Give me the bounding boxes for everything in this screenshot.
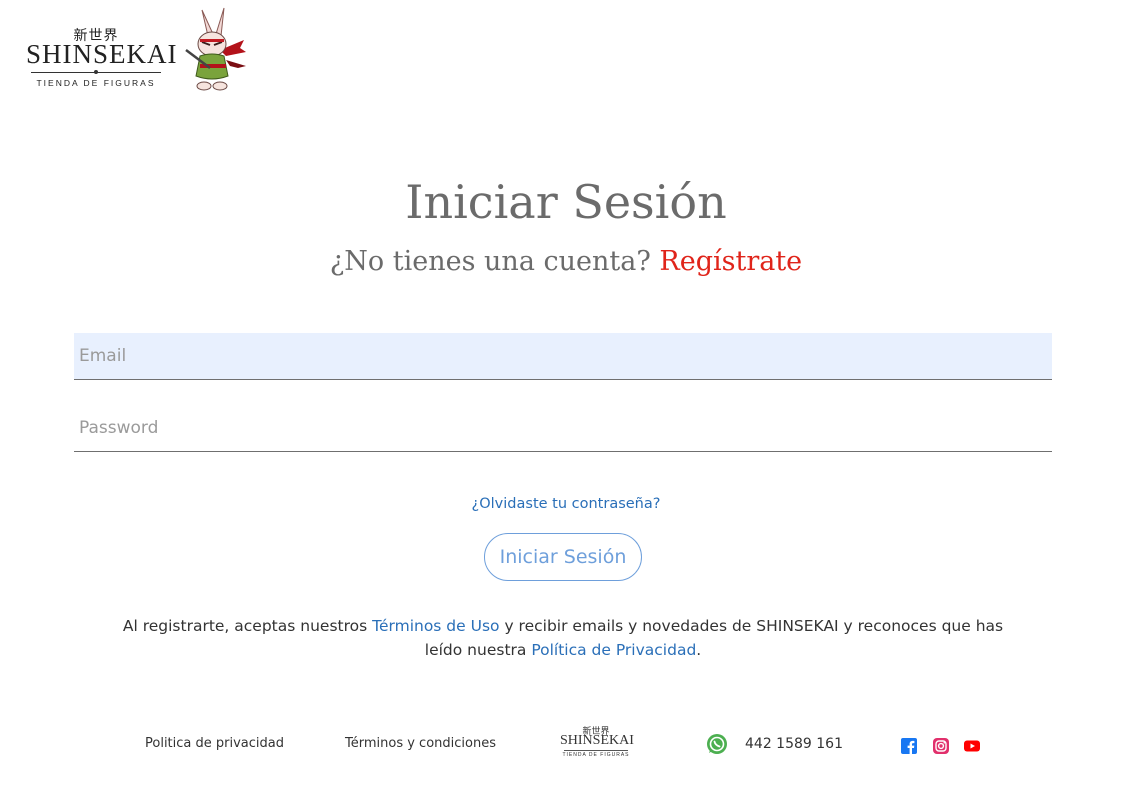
legal-text-2: y recibir emails y novedades de SHINSEKA… [424,617,1004,659]
forgot-password-link[interactable]: ¿Olvidaste tu contraseña? [472,496,661,512]
site-header: 新世界 SHINSEKAI TIENDA DE FIGURAS [26,6,256,98]
logo-tagline: TIENDA DE FIGURAS [36,78,156,88]
forgot-password-row: ¿Olvidaste tu contraseña? [0,496,1132,512]
logo-wordmark: SHINSEKAI [26,39,178,69]
footer-logo[interactable]: 新世界 SHINSEKAI TIENDA DE FIGURAS [560,724,634,760]
email-field[interactable] [74,333,1052,380]
legal-text-1: Al registrarte, aceptas nuestros [122,617,373,635]
register-prompt: ¿No tienes una cuenta? Regístrate [0,246,1132,277]
footer-logo-tagline: TIENDA DE FIGURAS [562,752,630,758]
page-title: Iniciar Sesión [405,175,727,229]
terms-of-use-link[interactable]: Términos de Uso [372,617,499,635]
facebook-icon[interactable] [901,738,917,754]
footer-logo-wordmark: SHINSEKAI [560,733,634,748]
footer-privacy-link[interactable]: Politica de privacidad [145,736,284,751]
legal-text-3: . [696,641,702,659]
whatsapp-icon[interactable] [706,733,728,755]
register-link[interactable]: Regístrate [659,246,802,277]
logo-divider-dot [94,70,98,74]
password-field[interactable] [74,405,1052,452]
login-button[interactable]: Iniciar Sesión [484,533,642,581]
shinsekai-logo[interactable]: 新世界 SHINSEKAI TIENDA DE FIGURAS [26,6,178,98]
rabbit-samurai-mascot-icon [185,7,246,91]
footer-terms-link[interactable]: Términos y condiciones [345,736,496,751]
footer-logo-divider [564,750,628,751]
instagram-icon[interactable] [933,738,949,754]
privacy-policy-link[interactable]: Política de Privacidad [531,641,696,659]
youtube-icon[interactable] [964,738,980,754]
phone-number[interactable]: 442 1589 161 [745,736,843,752]
site-footer: Politica de privacidad Términos y condic… [0,724,1132,764]
legal-notice: Al registrarte, aceptas nuestros Término… [110,614,1016,662]
no-account-text: ¿No tienes una cuenta? [329,246,651,277]
